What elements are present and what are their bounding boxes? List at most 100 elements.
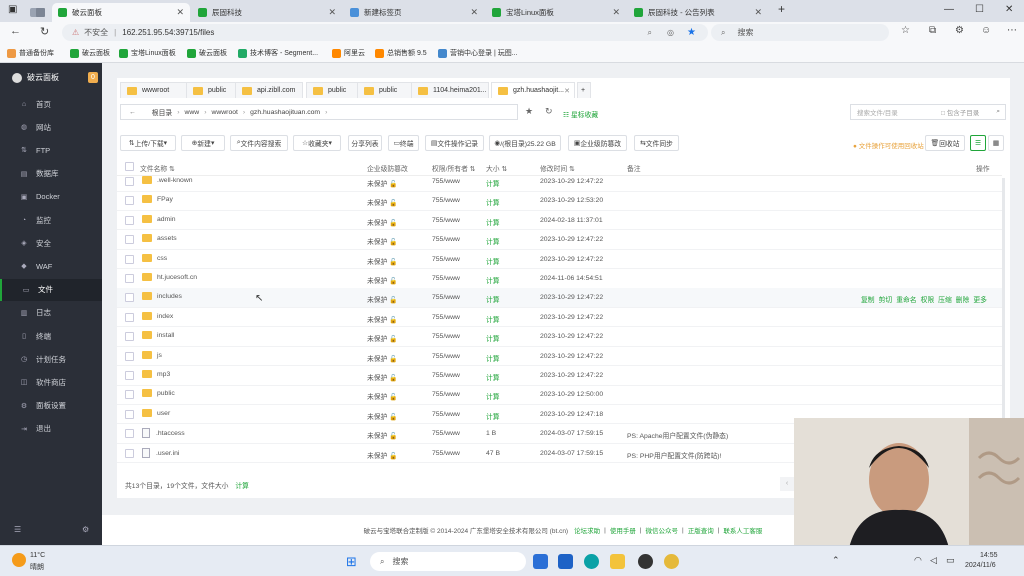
table-row[interactable]: FPay 未保护 🔓 755/www 计算 2023-10-29 12:53:20 bbox=[117, 191, 1002, 211]
protect-status[interactable]: 未保护 🔓 bbox=[367, 353, 398, 363]
close-icon[interactable]: ✕ bbox=[176, 7, 184, 18]
extensions-icon[interactable]: ⚙ bbox=[955, 25, 964, 36]
path-tab-active[interactable]: gzh.huashaojit... ✕ bbox=[491, 82, 575, 98]
row-checkbox[interactable] bbox=[125, 235, 134, 245]
sidebar-item-9[interactable]: ▥ 日志 bbox=[0, 302, 102, 324]
battery-icon[interactable]: ▭ bbox=[946, 555, 955, 566]
protect-status[interactable]: 未保护 🔓 bbox=[367, 217, 398, 227]
clock-date[interactable]: 2024/11/6 bbox=[965, 562, 996, 569]
clock-time[interactable]: 14:55 bbox=[980, 552, 998, 559]
sidebar-item-12[interactable]: ◫ 软件商店 bbox=[0, 371, 102, 393]
windows-start-icon[interactable]: ⊞ bbox=[346, 554, 357, 570]
file-search-input[interactable]: 搜索文件/目录 □ 包含子目录 ⌕ bbox=[850, 104, 1006, 120]
size-cell[interactable]: 计算 bbox=[486, 236, 500, 246]
row-checkbox[interactable] bbox=[125, 312, 134, 322]
gear-icon[interactable]: ⚙ bbox=[82, 525, 89, 534]
table-row[interactable]: includes 未保护 🔓 755/www 计算 2023-10-29 12:47:2… bbox=[117, 288, 1002, 308]
row-checkbox[interactable] bbox=[125, 254, 134, 264]
size-cell[interactable]: 计算 bbox=[486, 197, 500, 207]
breadcrumb-item[interactable]: wwwroot bbox=[211, 109, 237, 116]
sidebar-item-13[interactable]: ⚙ 面板设置 bbox=[0, 395, 102, 417]
size-cell[interactable]: 计算 bbox=[486, 275, 500, 285]
table-row[interactable]: index 未保护 🔓 755/www 计算 2023-10-29 12:47:22 bbox=[117, 308, 1002, 328]
tamper-protect-button[interactable]: ▣ 企业级防篡改 bbox=[568, 135, 627, 151]
maximize-icon[interactable]: ☐ bbox=[975, 4, 984, 15]
permission-cell[interactable]: 755/www bbox=[432, 236, 460, 243]
favorites-button[interactable]: ☆ 收藏夹 ▾ bbox=[293, 135, 341, 151]
file-name-cell[interactable]: includes bbox=[142, 292, 182, 301]
row-action-link[interactable]: 删除 bbox=[956, 297, 970, 304]
row-checkbox[interactable] bbox=[125, 177, 134, 186]
menu-icon[interactable]: ⋯ bbox=[1007, 25, 1017, 36]
path-tab[interactable]: 1104.heima201... bbox=[411, 82, 489, 98]
star-icon[interactable]: ★ bbox=[525, 106, 533, 117]
file-name-cell[interactable]: FPay bbox=[142, 195, 173, 204]
header-name[interactable]: 文件名称 ⇅ bbox=[140, 163, 175, 173]
row-checkbox[interactable] bbox=[125, 409, 134, 419]
window-close-icon[interactable]: ✕ bbox=[1005, 4, 1013, 15]
path-tab[interactable]: public bbox=[357, 82, 417, 98]
bookmark-item[interactable]: 破云面板 bbox=[70, 48, 110, 58]
app-icon[interactable] bbox=[638, 554, 653, 569]
browser-tab-4[interactable]: 辰固科技 ✕ bbox=[192, 3, 342, 22]
sidebar-item-8[interactable]: ▭ 文件 bbox=[0, 278, 102, 301]
file-name-cell[interactable]: assets bbox=[142, 234, 177, 243]
size-cell[interactable]: 计算 bbox=[486, 217, 500, 227]
size-cell[interactable]: 计算 bbox=[486, 391, 500, 401]
path-tab[interactable]: api.zibll.com bbox=[235, 82, 303, 98]
volume-icon[interactable]: ◁ bbox=[930, 555, 937, 566]
grid-view-icon[interactable]: ▦ bbox=[988, 135, 1004, 151]
footer-link[interactable]: 论坛求助 bbox=[574, 525, 600, 535]
row-checkbox[interactable] bbox=[125, 196, 134, 206]
size-cell[interactable]: 计算 bbox=[486, 353, 500, 363]
sidebar-item-11[interactable]: ◷ 计划任务 bbox=[0, 348, 102, 370]
protect-status[interactable]: 未保护 🔓 bbox=[367, 256, 398, 266]
sidebar-item-10[interactable]: ▯ 终端 bbox=[0, 325, 102, 347]
sidebar-item-3[interactable]: ▤ 数据库 bbox=[0, 163, 102, 185]
table-row[interactable]: admin 未保护 🔓 755/www 计算 2024-02-18 11:37:01 bbox=[117, 211, 1002, 231]
permission-cell[interactable]: 755/www bbox=[432, 391, 460, 398]
file-sync-button[interactable]: ⇆ 文件同步 bbox=[634, 135, 679, 151]
protect-status[interactable]: 未保护 🔓 bbox=[367, 178, 398, 188]
permission-cell[interactable]: 755/www bbox=[432, 372, 460, 379]
summary-calc-link[interactable]: 计算 bbox=[235, 483, 249, 490]
ops-log-button[interactable]: ▤ 文件操作记录 bbox=[425, 135, 484, 151]
content-search-button[interactable]: ⌕ 文件内容搜索 bbox=[230, 135, 288, 151]
ops-alert-link[interactable]: ● 文件操作可使用回收站 bbox=[853, 140, 924, 150]
row-action-link[interactable]: 复制 bbox=[861, 297, 875, 304]
favorites-icon[interactable]: ☆ bbox=[901, 25, 910, 36]
app-icon[interactable] bbox=[664, 554, 679, 569]
size-cell[interactable]: 计算 bbox=[486, 314, 500, 324]
back-icon[interactable]: ← bbox=[129, 109, 136, 116]
size-cell[interactable]: 计算 bbox=[486, 256, 500, 266]
table-row[interactable]: public 未保护 🔓 755/www 计算 2023-10-29 12:50:00 bbox=[117, 385, 1002, 405]
sidebar-item-4[interactable]: ▣ Docker bbox=[0, 186, 102, 208]
size-cell[interactable]: 计算 bbox=[486, 178, 500, 188]
bookmark-item[interactable]: 总销售额 9.5 bbox=[375, 48, 427, 58]
close-icon[interactable]: ✕ bbox=[564, 87, 570, 95]
taskview-icon[interactable] bbox=[533, 554, 548, 569]
disk-button[interactable]: ◉ /(根目录)25.22 GB bbox=[489, 135, 561, 151]
protect-status[interactable]: 未保护 🔓 bbox=[367, 275, 398, 285]
edge-icon[interactable] bbox=[584, 554, 599, 569]
refresh-icon[interactable]: ↻ bbox=[40, 25, 49, 38]
permission-cell[interactable]: 755/www bbox=[432, 256, 460, 263]
footer-link[interactable]: 微信公众号 bbox=[646, 525, 679, 535]
explorer-icon[interactable] bbox=[610, 554, 625, 569]
collapse-icon[interactable]: ☰ bbox=[14, 525, 21, 534]
file-name-cell[interactable]: .user.ini bbox=[142, 447, 179, 458]
back-icon[interactable]: ← bbox=[10, 25, 21, 37]
table-row[interactable]: js 未保护 🔓 755/www 计算 2023-10-29 12:47:22 bbox=[117, 347, 1002, 367]
table-row[interactable]: ht.jucesoft.cn 未保护 🔓 755/www 计算 2024-11-06 1… bbox=[117, 269, 1002, 289]
size-cell[interactable]: 计算 bbox=[486, 411, 500, 421]
star-icon[interactable]: ★ bbox=[687, 27, 696, 38]
protect-status[interactable]: 未保护 🔓 bbox=[367, 430, 398, 440]
new-tab-button[interactable]: + bbox=[778, 2, 785, 16]
row-checkbox[interactable] bbox=[125, 390, 134, 400]
weather-icon[interactable] bbox=[12, 553, 26, 567]
row-checkbox[interactable] bbox=[125, 371, 134, 380]
protect-status[interactable]: 未保护 🔓 bbox=[367, 411, 398, 421]
header-size[interactable]: 大小 ⇅ bbox=[486, 163, 507, 173]
protect-status[interactable]: 未保护 🔓 bbox=[367, 236, 398, 246]
tray-icon[interactable]: ⌃ bbox=[832, 555, 840, 566]
